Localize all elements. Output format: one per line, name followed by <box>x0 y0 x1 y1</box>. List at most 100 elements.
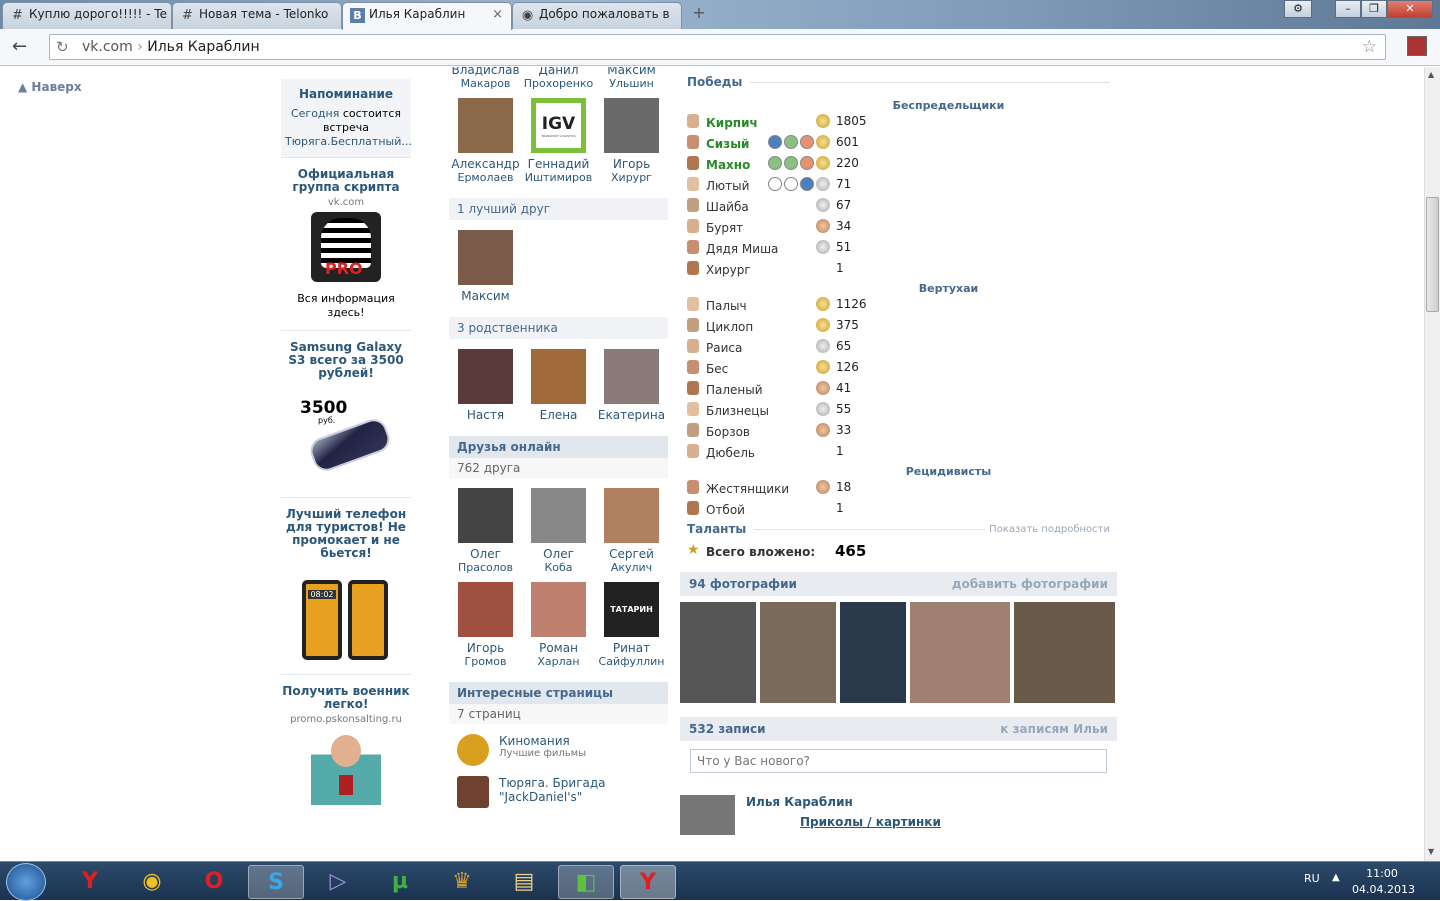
character-name[interactable]: Близнецы <box>706 404 769 418</box>
photo-thumb[interactable] <box>1014 602 1115 703</box>
ad-block-3[interactable]: Лучший телефон для туристов! Не промокае… <box>281 508 411 675</box>
user-avatar-icon[interactable] <box>1407 36 1427 56</box>
reminder-event-link[interactable]: Тюряга.Бесплатный... <box>285 135 412 148</box>
character-row[interactable]: Циклоп 375 <box>680 316 1117 337</box>
ad-title[interactable]: Официальная группа скрипта <box>281 168 411 194</box>
scroll-down-arrow-icon[interactable]: ▼ <box>1428 847 1434 856</box>
talents-details-link[interactable]: Показать подробности <box>989 524 1110 535</box>
vertical-scrollbar[interactable]: ▲ ▼ <box>1424 67 1440 861</box>
character-name[interactable]: Хирург <box>706 263 751 277</box>
photo-thumb[interactable] <box>840 602 906 703</box>
friend-last-name[interactable]: Хирург <box>595 171 668 184</box>
friend-photo[interactable] <box>458 98 513 153</box>
new-tab-button[interactable]: + <box>688 5 710 22</box>
friend-first-name[interactable]: Елена <box>522 408 595 422</box>
friend-last-name[interactable]: Громов <box>449 655 522 668</box>
friend-card[interactable]: Игорь Хирург <box>595 98 668 184</box>
friend-first-name[interactable]: Игорь <box>595 157 668 171</box>
character-name[interactable]: Махно <box>706 158 750 172</box>
character-row[interactable]: Паленый 41 <box>680 379 1117 400</box>
character-name[interactable]: Шайба <box>706 200 749 214</box>
friend-first-name[interactable]: Настя <box>449 408 522 422</box>
best-friend-header[interactable]: 1 лучший друг <box>449 198 668 220</box>
friend-first-name[interactable]: Ринат <box>595 641 668 655</box>
reminder-today-link[interactable]: Сегодня <box>291 107 339 120</box>
chrome-icon[interactable]: ◉ <box>124 865 180 899</box>
friend-first-name[interactable]: Владислав <box>449 67 522 77</box>
page-item[interactable]: Киномания Лучшие фильмы <box>457 734 668 766</box>
address-bar[interactable]: ↻ vk.com › Илья Караблин ☆ <box>49 34 1386 60</box>
back-arrow-icon[interactable]: ← <box>12 37 27 57</box>
post-author[interactable]: Илья Караблин <box>746 795 853 809</box>
game-crown-icon[interactable]: ♛ <box>434 865 490 899</box>
ad-image[interactable]: 3500 руб. <box>296 392 396 487</box>
friend-card[interactable]: ТАТАРИН Ринат Сайфуллин <box>595 582 668 668</box>
utorrent-icon[interactable]: µ <box>372 865 428 899</box>
friend-card[interactable]: Сергей Акулич <box>595 488 668 574</box>
friend-card[interactable]: Александр Ермолаев <box>449 98 522 184</box>
friend-first-name[interactable]: Игорь <box>449 641 522 655</box>
post-avatar[interactable] <box>680 795 735 835</box>
folder-icon[interactable]: ▤ <box>496 865 552 899</box>
friend-card[interactable]: Екатерина <box>595 349 668 422</box>
character-name[interactable]: Сизый <box>706 137 749 151</box>
ad-title[interactable]: Лучший телефон для туристов! Не промокае… <box>281 508 411 560</box>
character-name[interactable]: Бес <box>706 362 728 376</box>
friend-last-name[interactable]: Сайфуллин <box>595 655 668 668</box>
character-name[interactable]: Палыч <box>706 299 747 313</box>
close-window-button[interactable]: ✕ <box>1387 0 1433 18</box>
interesting-pages-header[interactable]: Интересные страницы <box>449 682 668 704</box>
friend-first-name[interactable]: Максим <box>595 67 668 77</box>
character-row[interactable]: Отбой 1 <box>680 499 1117 520</box>
friend-last-name[interactable]: Коба <box>522 561 595 574</box>
ad-image[interactable] <box>311 733 381 805</box>
friend-card[interactable]: Максим Ульшин <box>595 67 668 90</box>
character-name[interactable]: Жестянщики <box>706 482 789 496</box>
friend-first-name[interactable]: Роман <box>522 641 595 655</box>
character-name[interactable]: Паленый <box>706 383 763 397</box>
character-name[interactable]: Отбой <box>706 503 745 517</box>
friend-last-name[interactable]: Акулич <box>595 561 668 574</box>
friend-photo[interactable] <box>458 488 513 543</box>
friend-photo[interactable]: IGV TRANSPORT LOGISTICS <box>531 98 586 153</box>
friend-last-name[interactable]: Прасолов <box>449 561 522 574</box>
friend-last-name[interactable]: Макаров <box>449 77 522 90</box>
friend-last-name[interactable]: Харлан <box>522 655 595 668</box>
yandex-icon[interactable]: Y <box>62 865 118 899</box>
friend-last-name[interactable]: Ермолаев <box>449 171 522 184</box>
friend-first-name[interactable]: Данил <box>522 67 595 77</box>
start-button[interactable] <box>6 863 46 901</box>
character-name[interactable]: Раиса <box>706 341 742 355</box>
character-row[interactable]: Дядя Миша 51 <box>680 238 1117 259</box>
friend-first-name[interactable]: Олег <box>449 547 522 561</box>
app-icon[interactable]: ◧ <box>558 865 614 899</box>
character-name[interactable]: Дядя Миша <box>706 242 778 256</box>
bookmark-star-icon[interactable]: ☆ <box>1362 37 1377 57</box>
back-to-top-link[interactable]: ▲ Наверх <box>18 80 82 94</box>
tray-expand-icon[interactable]: ▲ <box>1332 872 1340 883</box>
friend-photo[interactable] <box>458 230 513 285</box>
reload-icon[interactable]: ↻ <box>56 38 69 56</box>
character-row[interactable]: Шайба 67 <box>680 196 1117 217</box>
friend-first-name[interactable]: Олег <box>522 547 595 561</box>
character-row[interactable]: Дюбель 1 <box>680 442 1117 463</box>
relatives-header[interactable]: 3 родственника <box>449 317 668 339</box>
visual-studio-icon[interactable]: ▷ <box>310 865 366 899</box>
friend-card[interactable]: Роман Харлан <box>522 582 595 668</box>
friend-photo[interactable] <box>458 582 513 637</box>
character-row[interactable]: Близнецы 55 <box>680 400 1117 421</box>
post-link[interactable]: Приколы / картинки <box>800 815 941 829</box>
character-row[interactable]: Жестянщики 18 <box>680 478 1117 499</box>
friend-card[interactable]: Настя <box>449 349 522 422</box>
character-row[interactable]: Кирпич 1805 <box>680 112 1117 133</box>
character-name[interactable]: Дюбель <box>706 446 755 460</box>
friend-photo[interactable]: ТАТАРИН <box>604 582 659 637</box>
friend-first-name[interactable]: Сергей <box>595 547 668 561</box>
url-text[interactable]: vk.com › Илья Караблин <box>82 39 260 55</box>
character-name[interactable]: Бурят <box>706 221 743 235</box>
maximize-button[interactable]: ❐ <box>1361 0 1387 18</box>
character-name[interactable]: Циклоп <box>706 320 753 334</box>
yandex-browser-active-icon[interactable]: Y <box>620 865 676 899</box>
settings-icon[interactable]: ⚙ <box>1284 0 1312 18</box>
photos-count[interactable]: 94 фотографии <box>689 577 797 591</box>
